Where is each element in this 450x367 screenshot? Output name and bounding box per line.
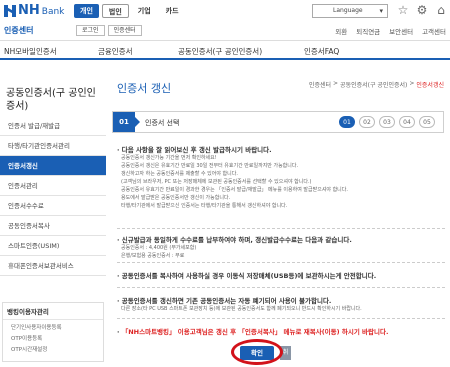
notice-line: 은행/보험용 공동인증서 : 무료 bbox=[121, 253, 185, 259]
top-tabs: 개인 법인 기업 카드 bbox=[74, 4, 185, 18]
notice-heading: · 공동인증서를 복사하여 사용하실 경우 이동식 저장매체(USB등)에 보관… bbox=[117, 272, 377, 280]
cert-center-button[interactable]: 인증센터 bbox=[107, 25, 142, 36]
step-indicator: 02 bbox=[359, 116, 375, 128]
notice-revoke: · 공동인증서를 갱신하면 기존 공동인증서는 자동 폐기되어 사용이 불가합니… bbox=[117, 295, 445, 313]
home-icon[interactable]: ⌂ bbox=[434, 3, 448, 17]
menu-nh-mobile-cert[interactable]: NH모바일인증서 bbox=[4, 46, 57, 57]
banking-user-link[interactable]: OTP이용등록 bbox=[3, 331, 103, 342]
notice-fee: · 신규발급과 동일하게 수수료를 납부하여야 하며, 갱신발급수수료는 다음과… bbox=[117, 234, 445, 260]
notice-usb: · 공동인증서를 복사하여 사용하실 경우 이동식 저장매체(USB등)에 보관… bbox=[117, 270, 445, 280]
main-menu: NH모바일인증서 금융인증서 공동인증서(구 공인인증서) 인증서FAQ bbox=[0, 40, 450, 60]
notice-line: 공동인증서 갱신가능 기간을 먼저 확인하세요! bbox=[121, 155, 217, 161]
divider bbox=[117, 228, 445, 229]
notice-heading: · 「NH스마트뱅킹」 이용고객님은 갱신 후 「인증서복사」 메뉴로 재복사(… bbox=[117, 328, 389, 336]
sidebar-title: 공동인증서(구 공인인증서) bbox=[6, 88, 96, 112]
confirm-button[interactable]: 확인 bbox=[231, 339, 283, 365]
notice-heading: · 공동인증서를 갱신하면 기존 공동인증서는 자동 폐기되어 사용이 불가합니… bbox=[117, 297, 332, 305]
tab-personal[interactable]: 개인 bbox=[74, 4, 99, 18]
current-step-number: 01 bbox=[113, 112, 140, 132]
link-security[interactable]: 보안센터 bbox=[389, 26, 413, 36]
notice-line: 공동인증서 갱신은 유효기간 만료일 30일 전부터 유효기간 만료일까지만 가… bbox=[121, 163, 299, 169]
banking-user-link[interactable]: 단기인사용자이용등록 bbox=[3, 320, 103, 331]
link-customer[interactable]: 고객센터 bbox=[422, 26, 446, 36]
tab-corporate[interactable]: 법인 bbox=[101, 4, 129, 18]
brand-bank: Bank bbox=[41, 6, 65, 17]
step-indicators: 01 02 03 04 05 bbox=[339, 116, 435, 128]
step-bar: 01 인증서 선택 01 02 03 04 05 bbox=[112, 111, 444, 133]
notice-smart-banking: · 「NH스마트뱅킹」 이용고객님은 갱신 후 「인증서복사」 메뉴로 재복사(… bbox=[117, 326, 445, 336]
notice-heading: · 신규발급과 동일하게 수수료를 납부하여야 하며, 갱신발급수수료는 다음과… bbox=[117, 236, 352, 244]
nh-bank-logo[interactable]: NH Bank bbox=[4, 3, 64, 18]
banking-user-link[interactable]: OTP시간재설정 bbox=[3, 342, 103, 353]
sidebar-item-usim[interactable]: 스마트인증(USIM) bbox=[0, 236, 106, 256]
notice-line: (고객님의 브라우저, PC 또는 저장매체에 보관된 공동인증서를 선택할 수… bbox=[121, 179, 312, 185]
step-indicator: 04 bbox=[399, 116, 415, 128]
notice-line: 공동인증서 유효기간 만료일이 경과한 경우는 「인증서 발급/재발급」 메뉴를… bbox=[121, 187, 348, 193]
menu-cert-faq[interactable]: 인증서FAQ bbox=[304, 46, 339, 57]
sidebar-item-issue[interactable]: 인증서 발급/재발급 bbox=[0, 116, 106, 136]
highlight-circle bbox=[231, 339, 283, 365]
divider bbox=[117, 318, 445, 319]
page-title: 인증서 갱신 bbox=[117, 82, 172, 95]
menu-financial-cert[interactable]: 금융인증서 bbox=[98, 46, 133, 57]
breadcrumb-item[interactable]: 공동인증서(구 공인인증서) bbox=[340, 80, 407, 89]
breadcrumb-current: 인증서갱신 bbox=[416, 82, 444, 89]
notice-line: 용도에서 발급받은 공동인증서만 갱신이 가능합니다. bbox=[121, 195, 231, 201]
step-indicator: 01 bbox=[339, 116, 355, 128]
header-subnav: 로그인 인증센터 bbox=[76, 25, 142, 36]
sidebar-item-fee[interactable]: 인증서수수료 bbox=[0, 196, 106, 216]
login-button[interactable]: 로그인 bbox=[76, 25, 105, 36]
breadcrumb: 인증센터 > 공동인증서(구 공인인증서) > 인증서갱신 bbox=[308, 80, 444, 89]
button-area: 확인 취 bbox=[231, 339, 291, 365]
sidebar-item-other-bank[interactable]: 타행/타기관인증서관리 bbox=[0, 136, 106, 156]
current-step-label: 인증서 선택 bbox=[145, 119, 180, 127]
banking-user-box: 뱅킹이용자관리 단기인사용자이용등록 OTP이용등록 OTP시간재설정 bbox=[2, 302, 104, 362]
notice-line: 공동인증서 : 4,400원 (부가세포함) bbox=[121, 245, 197, 251]
banking-user-title: 뱅킹이용자관리 bbox=[3, 303, 103, 320]
breadcrumb-item[interactable]: 인증센터 bbox=[309, 80, 331, 89]
step-indicator: 03 bbox=[379, 116, 395, 128]
sidebar-list: 인증서 발급/재발급 타행/타기관인증서관리 인증서갱신 인증서관리 인증서수수… bbox=[0, 116, 106, 276]
sidebar-item-manage[interactable]: 인증서관리 bbox=[0, 176, 106, 196]
notice-line: 갱신하고자 하는 공동인증서를 제출할 수 있어야 합니다. bbox=[121, 171, 238, 177]
notice-renewal: · 다음 사항을 잘 읽어보신 후 갱신 발급하시기 바랍니다. 공동인증서 갱… bbox=[117, 144, 445, 210]
notice-heading: · 다음 사항을 잘 읽어보신 후 갱신 발급하시기 바랍니다. bbox=[117, 146, 272, 154]
tab-business[interactable]: 기업 bbox=[132, 4, 157, 18]
header-icons: ☆ ⚙ ⌂ bbox=[396, 3, 448, 17]
header: NH Bank 인증센터 개인 법인 기업 카드 로그인 인증센터 Langua… bbox=[0, 0, 450, 38]
gear-icon[interactable]: ⚙ bbox=[415, 3, 429, 17]
link-pension[interactable]: 퇴직연금 bbox=[356, 26, 380, 36]
site-name[interactable]: 인증센터 bbox=[4, 25, 33, 36]
notice-line: 다른 장소(타 PC USB 스마트폰 보관장치 등)에 보관된 공동인증서도 … bbox=[121, 306, 362, 312]
divider bbox=[117, 287, 445, 288]
top-links: 외환 퇴직연금 보안센터 고객센터 bbox=[335, 26, 446, 36]
language-select[interactable]: Language bbox=[312, 4, 388, 18]
star-icon[interactable]: ☆ bbox=[396, 3, 410, 17]
menu-joint-cert[interactable]: 공동인증서(구 공인인증서) bbox=[178, 46, 262, 57]
notice-line: 타행/타기관에서 발급받으신 인증서는 타행/타기관을 통해서 갱신하셔야 합니… bbox=[121, 203, 288, 209]
sidebar-item-renew[interactable]: 인증서갱신 bbox=[0, 156, 106, 176]
sidebar-item-phone-storage[interactable]: 휴대폰인증서보관서비스 bbox=[0, 256, 106, 276]
nh-logo-icon bbox=[4, 4, 16, 17]
brand-nh: NH bbox=[18, 3, 40, 18]
divider bbox=[117, 262, 445, 263]
tab-card[interactable]: 카드 bbox=[160, 4, 185, 18]
sidebar-item-copy[interactable]: 공동인증서복사 bbox=[0, 216, 106, 236]
link-forex[interactable]: 외환 bbox=[335, 26, 347, 36]
step-indicator: 05 bbox=[419, 116, 435, 128]
